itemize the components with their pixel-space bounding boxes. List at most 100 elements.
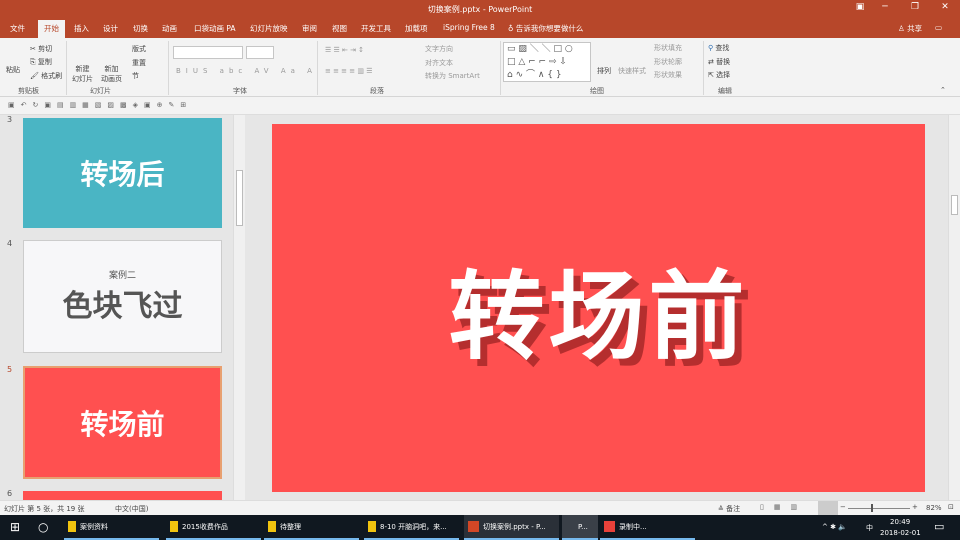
status-bar: 幻灯片 第 5 张，共 19 张 中文(中国) ≙ 备注 ▯▦▥ − + 82%…	[0, 500, 960, 515]
tab-view[interactable]: 视图	[332, 23, 347, 34]
tab-transitions[interactable]: 切换	[133, 23, 148, 34]
new-slide-button[interactable]: 新建 幻灯片	[72, 64, 93, 84]
language[interactable]: 中文(中国)	[115, 504, 148, 514]
taskbar-item[interactable]: 案例资料	[64, 515, 159, 540]
section-button[interactable]: 节	[132, 71, 139, 81]
collapse-ribbon-icon[interactable]: ⌃	[940, 86, 946, 94]
tray-icons[interactable]: ^ ✱ 🔈	[822, 523, 847, 531]
comments-icon[interactable]: ▭	[935, 23, 942, 32]
slide-canvas[interactable]: 转场前	[272, 124, 925, 492]
share-button[interactable]: ♙ 共享	[898, 23, 922, 34]
window-title: 切换案例.pptx - PowerPoint	[427, 5, 533, 14]
font-format-buttons[interactable]: BIUS abc AV Aa A	[176, 67, 317, 75]
tab-review[interactable]: 审阅	[302, 23, 317, 34]
shape-effects-button[interactable]: 形状效果	[654, 70, 682, 80]
slide-number: 3	[7, 115, 13, 124]
layout-button[interactable]: 版式	[132, 44, 146, 54]
shape-outline-button[interactable]: 形状轮廓	[654, 57, 682, 67]
font-size-input[interactable]	[246, 46, 274, 59]
zoom-out-button[interactable]: −	[840, 503, 846, 511]
folder-icon	[68, 521, 76, 532]
cut-button[interactable]: ✂ 剪切	[30, 44, 52, 54]
slide-number: 4	[7, 239, 13, 248]
slide-thumbnail-pane: 3 转场后 4 案例二 色块飞过 5 转场前 6	[0, 115, 245, 511]
taskbar-item[interactable]: 切换案例.pptx - P...	[464, 515, 559, 540]
text-direction-button[interactable]: 文字方向	[425, 44, 453, 54]
taskbar-item[interactable]: 2015收费作品	[166, 515, 261, 540]
tab-animations[interactable]: 动画	[162, 23, 177, 34]
close-button[interactable]: ✕	[935, 2, 955, 12]
find-button[interactable]: ⚲ 查找	[708, 43, 729, 53]
tab-home[interactable]: 开始	[38, 20, 65, 38]
tab-pa[interactable]: 口袋动画 PA	[194, 23, 236, 34]
tab-ispring[interactable]: iSpring Free 8	[443, 23, 495, 32]
group-label-editing: 编辑	[718, 87, 732, 95]
notes-button[interactable]: ≙ 备注	[718, 504, 740, 514]
shapes-gallery[interactable]: ▭ ▨ ＼ ＼ □ ○ □ △ ⌐ ⌐ ⇨ ⇩ ⌂ ∿ ⌒ ∧ { }	[503, 42, 591, 82]
main-scrollbar[interactable]	[948, 115, 960, 500]
maximize-button[interactable]: ❐	[905, 2, 925, 12]
taskbar: ⊞ ○ 案例资料 2015收费作品 待整理 8-10 开脑洞吧，来... 切换案…	[0, 515, 960, 540]
zoom-slider-thumb[interactable]	[871, 504, 873, 512]
slide-info: 幻灯片 第 5 张，共 19 张	[4, 505, 85, 513]
taskbar-item[interactable]: 待整理	[264, 515, 359, 540]
tab-design[interactable]: 设计	[103, 23, 118, 34]
ribbon: 粘贴 ✂ 剪切 ⎘ 复制 🖌 格式刷 剪贴板 新建 幻灯片 新加 动画页 版式 …	[0, 38, 960, 97]
list-buttons[interactable]: ☰ ☰ ⇤ ⇥ ↕	[325, 46, 364, 54]
taskbar-item[interactable]: P...	[562, 515, 598, 540]
shape-fill-button[interactable]: 形状填充	[654, 43, 682, 53]
tab-file[interactable]: 文件	[10, 23, 25, 34]
group-label-drawing: 绘图	[590, 87, 604, 95]
fit-slide-icon[interactable]: ⊡	[948, 503, 954, 511]
group-label-clipboard: 剪贴板	[18, 87, 39, 95]
clock-time[interactable]: 20:49	[890, 518, 910, 526]
lightbulb-icon: ♁	[508, 24, 516, 33]
copy-button[interactable]: ⎘ 复制	[30, 57, 52, 67]
reset-button[interactable]: 重置	[132, 58, 146, 68]
scrollbar-thumb[interactable]	[951, 195, 958, 215]
zoom-slider[interactable]	[848, 508, 910, 509]
view-buttons[interactable]: ▯▦▥	[760, 503, 807, 511]
slide-thumbnail-4[interactable]: 案例二 色块飞过	[23, 240, 222, 353]
new-anim-page-button[interactable]: 新加 动画页	[101, 64, 122, 84]
group-label-slides: 幻灯片	[90, 87, 111, 95]
taskbar-item[interactable]: 录制中...	[600, 515, 695, 540]
ribbon-display-icon[interactable]: ▣	[850, 2, 870, 12]
windows-start-icon[interactable]: ⊞	[10, 520, 20, 534]
tab-slideshow[interactable]: 幻灯片放映	[250, 23, 288, 34]
arrange-button[interactable]: 排列	[597, 66, 611, 76]
quick-styles-button[interactable]: 快速样式	[618, 66, 646, 76]
zoom-level[interactable]: 82%	[926, 504, 942, 512]
slide-title[interactable]: 转场前	[449, 239, 749, 378]
zoom-in-button[interactable]: +	[912, 503, 918, 511]
folder-icon	[368, 521, 376, 532]
tab-developer[interactable]: 开发工具	[361, 23, 391, 34]
tab-addins[interactable]: 加载项	[405, 23, 428, 34]
thumbnail-scrollbar[interactable]	[233, 115, 245, 500]
replace-button[interactable]: ⇄ 替换	[708, 57, 730, 67]
font-name-input[interactable]	[173, 46, 243, 59]
group-label-font: 字体	[233, 87, 247, 95]
powerpoint-icon	[468, 521, 479, 532]
minimize-button[interactable]: ─	[875, 2, 895, 12]
scrollbar-thumb[interactable]	[236, 170, 243, 226]
tab-insert[interactable]: 插入	[74, 23, 89, 34]
align-buttons[interactable]: ≡ ≡ ≡ ≡ ▥ ☰	[325, 67, 372, 75]
smartart-button[interactable]: 转换为 SmartArt	[425, 71, 480, 81]
ribbon-tabs: 文件 开始 插入 设计 切换 动画 口袋动画 PA 幻灯片放映 审阅 视图 开发…	[0, 19, 960, 38]
cortana-icon[interactable]: ○	[38, 520, 48, 534]
ime-indicator[interactable]: 中	[866, 523, 873, 533]
slide-thumbnail-3[interactable]: 转场后	[23, 118, 222, 228]
notification-icon[interactable]: ▭	[934, 520, 944, 533]
align-text-button[interactable]: 对齐文本	[425, 58, 453, 68]
paste-button[interactable]: 粘贴	[6, 65, 20, 75]
slideshow-view-button[interactable]	[818, 501, 838, 515]
quick-access-icons[interactable]: ▣↶↻▣▤▥▦▧▨▩◈▣⊕✎⊞	[8, 101, 192, 109]
format-painter-button[interactable]: 🖌 格式刷	[30, 71, 62, 81]
quick-access-toolbar: ▣↶↻▣▤▥▦▧▨▩◈▣⊕✎⊞	[0, 97, 960, 115]
taskbar-item[interactable]: 8-10 开脑洞吧，来...	[364, 515, 459, 540]
tell-me-search[interactable]: ♁ 告诉我你想要做什么	[508, 23, 583, 34]
select-button[interactable]: ⇱ 选择	[708, 70, 730, 80]
slide-thumbnail-5[interactable]: 转场前	[23, 366, 222, 479]
clock-date[interactable]: 2018-02-01	[880, 529, 921, 537]
